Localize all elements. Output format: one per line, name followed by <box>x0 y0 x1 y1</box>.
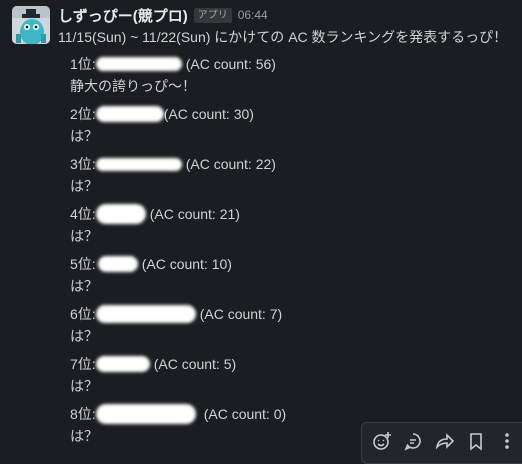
app-badge: アプリ <box>193 7 232 23</box>
rank-comment: は？ <box>70 378 98 394</box>
rank-place: 1位: <box>70 56 96 72</box>
rank-comment: 静大の誇りっぴ〜！ <box>70 78 196 94</box>
ranking-entry: 4位: (AC count: 21) は？ <box>70 203 240 251</box>
rank-comment: は？ <box>70 328 98 344</box>
ac-count: (AC count: 0) <box>203 406 287 422</box>
ac-count: (AC count: 56) <box>185 56 276 72</box>
redacted-username <box>95 204 146 224</box>
more-icon[interactable] <box>496 430 518 452</box>
rank-comment: は？ <box>70 228 98 244</box>
share-icon[interactable] <box>433 430 455 452</box>
rank-comment: は？ <box>70 128 98 144</box>
bookmark-icon[interactable] <box>465 430 487 452</box>
ranking-entry: 5位: (AC count: 10) は？ <box>70 253 232 301</box>
message-actions-toolbar <box>361 422 522 464</box>
rank-comment: は？ <box>70 278 98 294</box>
rank-place: 4位: <box>70 206 96 222</box>
redacted-username <box>95 157 182 171</box>
rank-place: 7位: <box>70 356 96 372</box>
rank-comment: は？ <box>70 428 98 444</box>
rank-place: 5位: <box>70 256 96 272</box>
ranking-entry: 1位: (AC count: 56) 静大の誇りっぴ〜！ <box>70 53 276 101</box>
ac-count: (AC count: 7) <box>199 306 283 322</box>
redacted-username <box>95 305 196 323</box>
rank-place: 3位: <box>70 156 96 172</box>
rank-place: 2位: <box>70 106 96 122</box>
redacted-username <box>97 256 138 272</box>
author-name[interactable]: しずっぴー(競プロ) <box>58 5 188 26</box>
ac-count: (AC count: 22) <box>185 156 276 172</box>
ranking-entry: 2位: (AC count: 30) は？ <box>70 103 254 151</box>
ac-count: (AC count: 21) <box>149 206 240 222</box>
redacted-username <box>95 106 164 122</box>
rank-comment: は？ <box>70 178 98 194</box>
emoji-add-icon[interactable] <box>371 430 393 452</box>
ranking-entry: 8位: (AC count: 0) は？ <box>70 403 286 451</box>
ac-count: (AC count: 10) <box>141 256 232 272</box>
reply-thread-icon[interactable] <box>402 430 424 452</box>
redacted-username <box>95 57 182 71</box>
redacted-username <box>95 356 150 372</box>
rank-place: 6位: <box>70 306 96 322</box>
ac-count: (AC count: 30) <box>163 106 254 122</box>
ranking-entry: 7位: (AC count: 5) は？ <box>70 353 236 401</box>
avatar[interactable] <box>12 6 50 44</box>
message-intro: 11/15(Sun) ~ 11/22(Sun) にかけての AC 数ランキングを… <box>58 29 508 45</box>
ranking-entry: 6位: (AC count: 7) は？ <box>70 303 282 351</box>
rank-place: 8位: <box>70 406 96 422</box>
ranking-entry: 3位: (AC count: 22) は？ <box>70 153 276 201</box>
ac-count: (AC count: 5) <box>153 356 237 372</box>
message-header: しずっぴー(競プロ) アプリ 06:44 <box>58 5 268 25</box>
redacted-username <box>95 404 196 424</box>
bot-avatar-icon <box>12 6 50 44</box>
timestamp[interactable]: 06:44 <box>238 8 268 22</box>
